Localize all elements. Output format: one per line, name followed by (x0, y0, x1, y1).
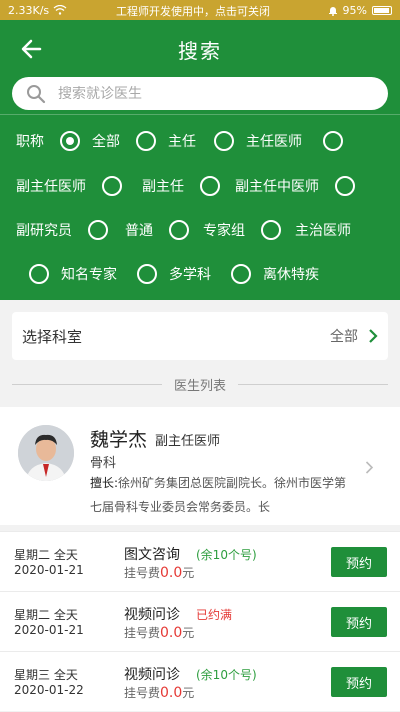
chevron-right-icon (365, 461, 374, 474)
book-button[interactable]: 预约 (331, 607, 387, 637)
department-value: 全部 (330, 329, 358, 345)
filter-option[interactable]: 全部 (60, 131, 120, 151)
registration-fee: 挂号费0.0元 (124, 685, 195, 701)
book-button[interactable]: 预约 (331, 667, 387, 697)
dev-notice[interactable]: 工程师开发使用中，点击可关闭 (116, 3, 270, 19)
search-icon (27, 84, 46, 103)
availability-status: (余10个号) (196, 548, 257, 562)
radio-icon[interactable] (102, 176, 122, 196)
status-bar: 2.33K/s 工程师开发使用中，点击可关闭 95% (0, 0, 400, 20)
filter-option[interactable]: 主任 (136, 131, 196, 151)
radio-icon[interactable] (169, 220, 189, 240)
search-input[interactable] (58, 85, 358, 102)
filter-option[interactable] (323, 131, 355, 151)
filter-option[interactable]: 专家组 (203, 220, 281, 240)
schedule-day: 星期三 全天 (14, 668, 78, 682)
nav-bar: 搜索 (0, 20, 400, 78)
doctor-department: 骨科 (90, 456, 117, 471)
consult-type: 视频问诊 (124, 607, 180, 623)
filter-option[interactable]: 副主任中医师 (235, 176, 355, 196)
doctor-description: 擅长:徐州矿务集团总医院副院长。徐州市医学第七届骨科专业委员会常务委员。长 (90, 476, 347, 514)
availability-status: (余10个号) (196, 668, 257, 682)
schedule-day: 星期二 全天 (14, 548, 78, 562)
header-area: 2.33K/s 工程师开发使用中，点击可关闭 95% 搜索 职称 全部 主任 (0, 0, 400, 300)
filter-option[interactable]: 副主任医师 (16, 176, 122, 196)
schedule-date: 2020-01-22 (14, 683, 84, 697)
schedule-row: 星期二 全天 2020-01-21 视频问诊 已约满 挂号费0.0元 预约 (0, 591, 400, 651)
list-title: 医生列表 (174, 378, 227, 394)
radio-icon[interactable] (136, 131, 156, 151)
wifi-icon (53, 5, 67, 15)
radio-icon[interactable] (88, 220, 108, 240)
radio-icon[interactable] (137, 264, 157, 284)
doctor-photo-icon (18, 425, 74, 481)
department-selector[interactable]: 选择科室 全部 (12, 312, 388, 360)
alarm-icon (328, 6, 337, 16)
back-arrow-icon[interactable] (14, 36, 44, 62)
book-button[interactable]: 预约 (331, 547, 387, 577)
filter-option[interactable]: 知名专家 (29, 264, 117, 284)
title-filter-group: 职称 全部 主任 主任医师 副主任医师 副主任 副主任中医师 副研究员 普通 专… (0, 114, 400, 300)
availability-status: 已约满 (196, 608, 233, 622)
radio-icon[interactable] (231, 264, 251, 284)
schedule-row: 星期三 全天 2020-01-22 视频问诊 (余10个号) 挂号费0.0元 预… (0, 651, 400, 711)
filter-title: 职称 (16, 134, 44, 150)
page-title: 搜索 (178, 38, 222, 63)
filter-option[interactable]: 多学科 (137, 264, 211, 284)
radio-icon[interactable] (214, 131, 234, 151)
doctor-card[interactable]: 魏学杰 副主任医师 骨科 擅长:徐州矿务集团总医院副院长。徐州市医学第七届骨科专… (0, 407, 400, 525)
radio-checked-icon[interactable] (60, 131, 80, 151)
filter-option[interactable]: 离休特疾 (231, 264, 319, 284)
radio-icon[interactable] (29, 264, 49, 284)
filter-option[interactable]: 副主任 (142, 176, 220, 196)
consult-type: 图文咨询 (124, 547, 180, 563)
chevron-right-icon (369, 329, 378, 343)
doctor-avatar (18, 425, 74, 481)
filter-option[interactable]: 主治医师 (295, 220, 351, 240)
doctor-title: 副主任医师 (155, 434, 221, 449)
schedule-date: 2020-01-21 (14, 563, 84, 577)
schedule-date: 2020-01-21 (14, 623, 84, 637)
radio-icon[interactable] (261, 220, 281, 240)
schedule-day: 星期二 全天 (14, 608, 78, 622)
registration-fee: 挂号费0.0元 (124, 565, 195, 581)
department-label: 选择科室 (22, 327, 83, 346)
radio-icon[interactable] (335, 176, 355, 196)
network-speed: 2.33K/s (8, 3, 50, 17)
radio-icon[interactable] (323, 131, 343, 151)
registration-fee: 挂号费0.0元 (124, 625, 195, 641)
battery-percent: 95% (342, 3, 367, 17)
filter-option[interactable]: 副研究员 (16, 220, 108, 240)
filter-option[interactable]: 普通 (125, 220, 189, 240)
schedule-row: 星期二 全天 2020-01-21 图文咨询 (余10个号) 挂号费0.0元 预… (0, 531, 400, 591)
list-divider: 医生列表 (0, 372, 400, 396)
filter-option[interactable]: 主任医师 (214, 131, 302, 151)
consult-type: 视频问诊 (124, 667, 180, 683)
doctor-name: 魏学杰 (90, 429, 148, 451)
battery-icon (372, 5, 392, 15)
search-box[interactable] (12, 77, 388, 110)
radio-icon[interactable] (200, 176, 220, 196)
